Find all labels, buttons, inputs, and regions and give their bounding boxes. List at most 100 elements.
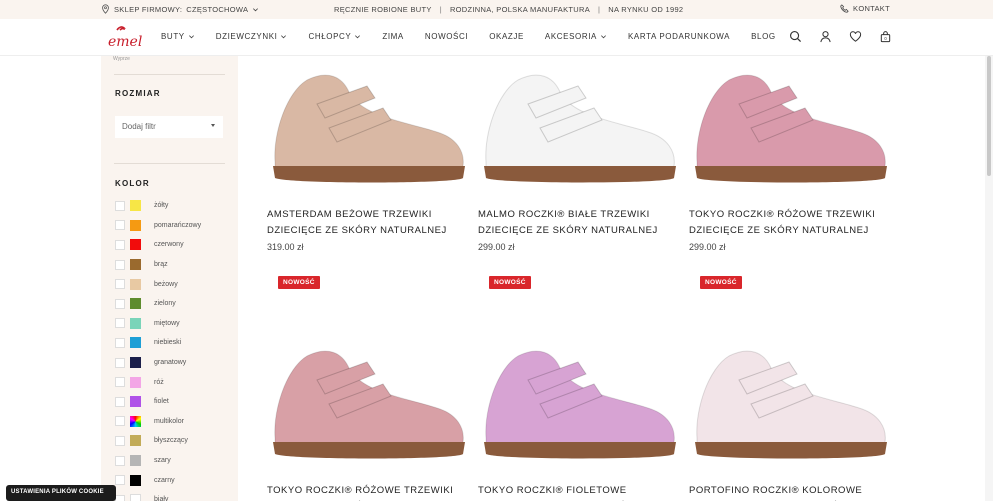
nav-item-nowosci[interactable]: NOWOŚCI (425, 32, 468, 41)
chevron-down-icon (253, 7, 259, 11)
nav-item-buty[interactable]: BUTY (161, 32, 195, 41)
search-icon[interactable] (789, 30, 802, 43)
color-label: pomarańczowy (154, 221, 202, 229)
color-label: miętowy (154, 319, 180, 327)
logo-text: emel (108, 34, 142, 50)
color-swatch (130, 337, 141, 349)
product-image[interactable] (478, 62, 678, 202)
product-image[interactable] (689, 338, 889, 478)
filter-sidebar: Wyprze ROZMIAR Dodaj filtr KOLOR żółty po… (101, 56, 238, 501)
color-filter-option[interactable]: multikolor (115, 412, 235, 432)
color-filter-option[interactable]: czerwony (115, 235, 235, 255)
nav-item-akcesoria[interactable]: AKCESORIA (545, 32, 607, 41)
cookie-settings-button[interactable]: USTAWIENIA PLIKÓW COOKIE (6, 485, 116, 501)
checkbox[interactable] (115, 357, 125, 368)
color-filter-option[interactable]: róż (115, 372, 235, 392)
product-image[interactable] (478, 338, 678, 478)
color-filter-option[interactable]: brąz (115, 255, 235, 275)
product-title[interactable]: TOKYO ROCZKI® RÓŻOWE TRZEWIKIDZIECIĘCE Z… (267, 483, 467, 501)
color-filter-option[interactable]: pomarańczowy (115, 216, 235, 236)
product-image[interactable] (267, 62, 467, 202)
nav-item-blog[interactable]: BLOG (751, 32, 776, 41)
checkbox[interactable] (115, 435, 125, 446)
nav-label: KARTA PODARUNKOWA (628, 32, 731, 41)
nav-item-karta-podarunkowa[interactable]: KARTA PODARUNKOWA (628, 32, 730, 41)
nav-label: AKCESORIA (544, 32, 597, 41)
color-filter-option[interactable]: beżowy (115, 274, 235, 294)
product-image[interactable] (267, 338, 467, 478)
checkbox[interactable] (115, 200, 125, 211)
checkbox[interactable] (115, 494, 125, 501)
scrollbar-thumb[interactable] (987, 56, 991, 176)
store-selector[interactable]: SKLEP FIRMOWY: CZĘSTOCHOWA (101, 4, 259, 14)
checkbox[interactable] (115, 377, 125, 388)
nav-label: BLOG (751, 32, 776, 41)
product-card[interactable]: AMSTERDAM BEŻOWE TRZEWIKI DZIECIĘCE ZE SK… (267, 62, 467, 252)
heart-icon[interactable] (849, 30, 862, 43)
checkbox[interactable] (115, 396, 125, 407)
checkbox[interactable] (115, 337, 125, 348)
color-swatch (130, 455, 141, 467)
product-title[interactable]: TOKYO ROCZKI® RÓŻOWE TRZEWIKIDZIECIĘCE Z… (689, 207, 889, 239)
nav-item-chlopcy[interactable]: CHŁOPCY (308, 32, 361, 41)
nav-item-dziewczynki[interactable]: DZIEWCZYNKI (216, 32, 288, 41)
checkbox[interactable] (115, 259, 125, 270)
product-title[interactable]: MALMO ROCZKI® BIAŁE TRZEWIKI DZIECIĘCE ZE… (478, 207, 678, 239)
color-filter-option[interactable]: granatowy (115, 353, 235, 373)
checkbox[interactable] (115, 318, 125, 329)
color-filter-option[interactable]: niebieski (115, 333, 235, 353)
nav-item-okazje[interactable]: OKAZJE (489, 32, 524, 41)
checkbox[interactable] (115, 416, 125, 427)
checkbox[interactable] (115, 298, 125, 309)
separator: | (439, 5, 442, 14)
product-title[interactable]: TOKYO ROCZKI® FIOLETOWETRZEWIKI DZIECIĘC… (478, 483, 678, 501)
color-swatch (130, 259, 141, 271)
color-label: granatowy (154, 359, 187, 367)
contact-link[interactable]: KONTAKT (840, 4, 890, 13)
color-filter-option[interactable]: fiolet (115, 392, 235, 412)
svg-text:0: 0 (884, 36, 887, 41)
color-swatch (130, 200, 141, 212)
product-card[interactable]: TOKYO ROCZKI® RÓŻOWE TRZEWIKIDZIECIĘCE Z… (689, 62, 889, 252)
emel-logo[interactable]: emel (105, 24, 145, 52)
color-swatch (130, 396, 141, 408)
product-card[interactable]: TOKYO ROCZKI® RÓŻOWE TRZEWIKIDZIECIĘCE Z… (267, 338, 467, 501)
checkbox[interactable] (115, 220, 125, 231)
product-card[interactable]: TOKYO ROCZKI® FIOLETOWETRZEWIKI DZIECIĘC… (478, 338, 678, 501)
color-filter-option[interactable]: miętowy (115, 314, 235, 334)
nav-item-zima[interactable]: ZIMA (382, 32, 404, 41)
scrollbar[interactable] (985, 56, 993, 501)
size-filter-select[interactable]: Dodaj filtr (115, 116, 223, 138)
color-filter-option[interactable]: szary (115, 451, 235, 471)
color-filter-option[interactable]: biały (115, 490, 235, 501)
color-swatch (130, 317, 141, 329)
brand-claims: RĘCZNIE ROBIONE BUTY | RODZINNA, POLSKA … (334, 5, 683, 14)
color-filter-option[interactable]: błyszczący (115, 431, 235, 451)
color-swatch (130, 474, 141, 486)
color-filter-option[interactable]: czarny (115, 470, 235, 490)
color-label: szary (154, 457, 171, 465)
product-title-line: PORTOFINO ROCZKI® KOLOROWE (689, 485, 863, 496)
product-title-line: DZIECIĘCE ZE SKÓRY NATURALNEJ (478, 225, 658, 236)
product-image[interactable] (689, 62, 889, 202)
color-filter-option[interactable]: żółty (115, 196, 235, 216)
color-filter-list: żółty pomarańczowy czerwony brąz beżowy zielo… (115, 196, 235, 501)
product-title[interactable]: PORTOFINO ROCZKI® KOLOROWEBALERINY DZIEC… (689, 483, 889, 501)
checkbox[interactable] (115, 475, 125, 486)
color-label: beżowy (154, 280, 178, 288)
color-filter-heading: KOLOR (115, 179, 150, 188)
store-label: SKLEP FIRMOWY: (114, 4, 183, 14)
separator: | (598, 5, 601, 14)
bag-icon[interactable]: 0 (879, 30, 892, 43)
checkbox[interactable] (115, 239, 125, 250)
product-card[interactable]: MALMO ROCZKI® BIAŁE TRZEWIKI DZIECIĘCE ZE… (478, 62, 678, 252)
nav-label: BUTY (161, 32, 185, 41)
user-icon[interactable] (819, 30, 832, 43)
color-filter-option[interactable]: zielony (115, 294, 235, 314)
checkbox[interactable] (115, 279, 125, 290)
product-card[interactable]: PORTOFINO ROCZKI® KOLOROWEBALERINY DZIEC… (689, 338, 889, 501)
nav-label: DZIEWCZYNKI (215, 32, 278, 41)
product-price: 299.00 zł (689, 242, 726, 252)
product-title[interactable]: AMSTERDAM BEŻOWE TRZEWIKI DZIECIĘCE ZE SK… (267, 207, 467, 239)
checkbox[interactable] (115, 455, 125, 466)
